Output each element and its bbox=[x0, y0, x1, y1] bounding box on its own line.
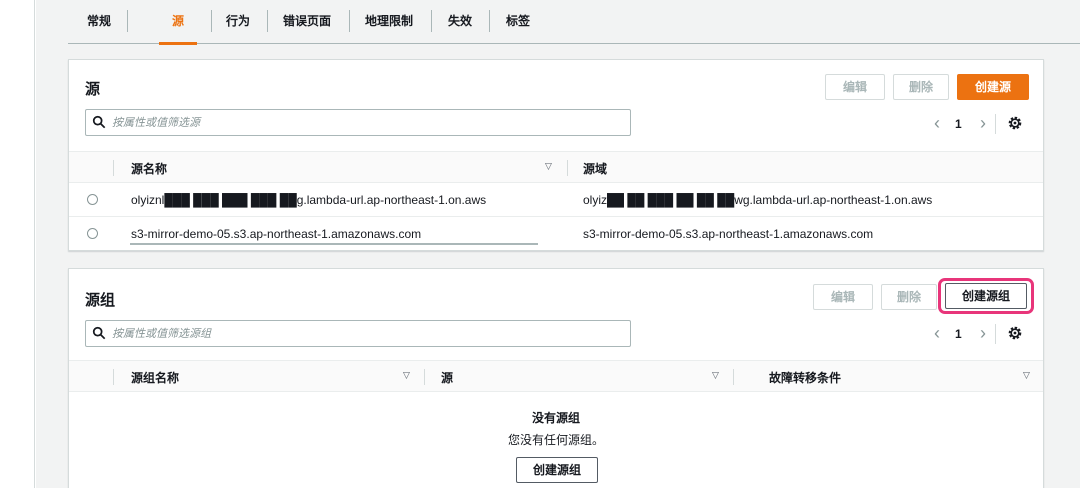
column-separator bbox=[113, 369, 114, 385]
origins-delete-button[interactable]: 删除 bbox=[893, 74, 949, 100]
origin-groups-panel: 源组 编辑 删除 创建源组 ‹ 1 › 源组名称 ▽ bbox=[68, 268, 1044, 488]
row-radio[interactable] bbox=[87, 194, 98, 205]
column-separator bbox=[424, 369, 425, 385]
column-origin-domain[interactable]: 源域 bbox=[583, 160, 607, 177]
tab-geo-restriction[interactable]: 地理限制 bbox=[363, 0, 415, 44]
column-separator bbox=[733, 369, 734, 385]
origin-domain-cell: olyiz██ ██ ███ ██ ██ ██wg.lambda-url.ap-… bbox=[583, 193, 933, 207]
create-origin-group-button[interactable]: 创建源组 bbox=[945, 283, 1027, 309]
origin-groups-search-input[interactable] bbox=[112, 324, 612, 343]
column-origin-group-name[interactable]: 源组名称 bbox=[131, 369, 179, 386]
gear-icon[interactable] bbox=[1007, 325, 1023, 341]
chevron-left-icon[interactable]: ‹ bbox=[929, 324, 945, 344]
origins-pagination: ‹ 1 › bbox=[929, 114, 1029, 134]
tab-separator bbox=[489, 10, 490, 32]
column-separator bbox=[113, 160, 114, 176]
left-rail bbox=[0, 0, 35, 488]
chevron-right-icon[interactable]: › bbox=[975, 114, 991, 134]
origins-page-number[interactable]: 1 bbox=[955, 117, 962, 131]
tab-separator bbox=[431, 10, 432, 32]
tab-error-pages[interactable]: 错误页面 bbox=[281, 0, 333, 44]
column-origins[interactable]: 源 bbox=[441, 369, 453, 386]
empty-state-title: 没有源组 bbox=[531, 411, 580, 425]
origins-table-header: 源名称 ▽ 源域 bbox=[69, 151, 1043, 183]
origin-domain-cell: s3-mirror-demo-05.s3.ap-northeast-1.amaz… bbox=[583, 227, 874, 241]
origins-panel: 源 编辑 删除 创建源 ‹ 1 › 源名称 ▽ bbox=[68, 59, 1044, 251]
tab-tags[interactable]: 标签 bbox=[505, 0, 531, 44]
row-radio[interactable] bbox=[87, 228, 98, 239]
create-origin-button[interactable]: 创建源 bbox=[957, 74, 1029, 100]
origins-title: 源 bbox=[85, 81, 101, 98]
pager-divider bbox=[995, 114, 996, 134]
table-row[interactable]: olyiznl███ ███ ███ ███ ██g.lambda-url.ap… bbox=[69, 183, 1043, 217]
empty-state-description: 您没有任何源组。 bbox=[507, 433, 604, 447]
chevron-right-icon[interactable]: › bbox=[975, 324, 991, 344]
origin-groups-search bbox=[85, 320, 631, 347]
origin-name-cell: olyiznl███ ███ ███ ███ ██g.lambda-url.ap… bbox=[131, 193, 487, 207]
search-icon bbox=[92, 326, 106, 340]
empty-create-origin-group-button[interactable]: 创建源组 bbox=[516, 457, 598, 483]
horizontal-scrollbar[interactable] bbox=[130, 243, 538, 245]
origin-groups-title: 源组 bbox=[85, 292, 116, 309]
origins-search-input[interactable] bbox=[112, 113, 612, 132]
tab-separator bbox=[267, 10, 268, 32]
origins-edit-button[interactable]: 编辑 bbox=[825, 74, 885, 100]
origin-groups-pagination: ‹ 1 › bbox=[929, 324, 1029, 344]
chevron-left-icon[interactable]: ‹ bbox=[929, 114, 945, 134]
tab-separator bbox=[127, 10, 128, 32]
column-failover-criteria[interactable]: 故障转移条件 bbox=[769, 369, 841, 386]
tab-behaviors[interactable]: 行为 bbox=[225, 0, 251, 44]
tab-separator bbox=[349, 10, 350, 32]
caret-down-icon[interactable]: ▽ bbox=[712, 370, 722, 380]
column-origin-name[interactable]: 源名称 bbox=[131, 160, 167, 177]
caret-down-icon[interactable]: ▽ bbox=[403, 370, 413, 380]
pager-divider bbox=[995, 324, 996, 344]
origin-groups-table-header: 源组名称 ▽ 源 ▽ 故障转移条件 ▽ bbox=[69, 360, 1043, 392]
tab-general[interactable]: 常规 bbox=[86, 0, 112, 44]
main-content: 常规 源 行为 错误页面 地理限制 失效 标签 源 编辑 删除 创建源 ‹ 1 … bbox=[36, 0, 1080, 488]
tab-origins[interactable]: 源 bbox=[159, 0, 197, 45]
tab-separator bbox=[211, 10, 212, 32]
column-separator bbox=[567, 160, 568, 176]
origins-search bbox=[85, 109, 631, 136]
origin-groups-edit-button[interactable]: 编辑 bbox=[813, 284, 873, 310]
table-row[interactable]: s3-mirror-demo-05.s3.ap-northeast-1.amaz… bbox=[69, 217, 1043, 251]
origin-name-cell: s3-mirror-demo-05.s3.ap-northeast-1.amaz… bbox=[131, 227, 422, 241]
caret-down-icon[interactable]: ▽ bbox=[545, 161, 555, 171]
gear-icon[interactable] bbox=[1007, 115, 1023, 131]
origin-groups-delete-button[interactable]: 删除 bbox=[881, 284, 937, 310]
tab-invalidations[interactable]: 失效 bbox=[447, 0, 473, 44]
origin-groups-page-number[interactable]: 1 bbox=[955, 327, 962, 341]
caret-down-icon[interactable]: ▽ bbox=[1023, 370, 1033, 380]
search-icon bbox=[92, 115, 106, 129]
tab-bar: 常规 源 行为 错误页面 地理限制 失效 标签 bbox=[68, 0, 1080, 45]
